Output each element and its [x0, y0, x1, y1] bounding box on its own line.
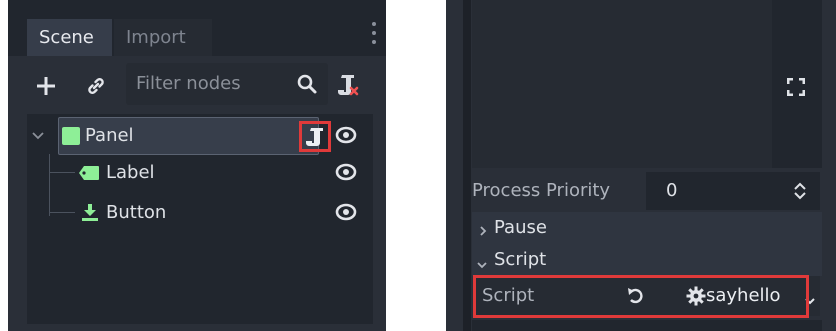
chevron-down-icon[interactable]	[31, 128, 45, 147]
tree-item-label: Button	[106, 202, 167, 223]
filter-nodes-input[interactable]: Filter nodes	[126, 63, 328, 105]
tab-scene[interactable]: Scene	[27, 19, 112, 56]
chevron-down-icon	[476, 255, 488, 274]
process-priority-label: Process Priority	[472, 180, 611, 201]
tree-item-panel[interactable]: Panel	[27, 116, 373, 156]
tree-item-label: Panel	[85, 125, 134, 146]
script-icon[interactable]	[306, 127, 324, 151]
visibility-eye-icon[interactable]	[335, 126, 357, 148]
script-remove-icon[interactable]	[335, 72, 361, 98]
highlight-box	[473, 275, 809, 318]
tree-item-label-node[interactable]: Label	[27, 153, 373, 193]
section-script[interactable]: Script	[472, 244, 822, 276]
section-pause[interactable]: Pause	[472, 212, 822, 244]
inspector-panel: Process Priority 0 Pause Script Script s…	[446, 0, 836, 331]
scene-dock: Scene Import Filter nodes Panel Label Bu…	[8, 0, 386, 331]
section-pause-label: Pause	[494, 217, 547, 238]
tree-item-label: Label	[106, 162, 155, 183]
filter-placeholder: Filter nodes	[136, 73, 241, 94]
dock-tabbar: Scene Import	[8, 0, 386, 56]
section-script-label: Script	[494, 249, 547, 270]
inspector-preview-area	[472, 0, 772, 168]
plus-icon[interactable]	[34, 74, 58, 98]
button-icon	[81, 203, 99, 227]
visibility-eye-icon[interactable]	[335, 203, 357, 225]
label-icon	[78, 165, 100, 185]
spin-arrows-icon[interactable]	[792, 181, 808, 205]
process-priority-spinbox[interactable]: 0	[646, 172, 820, 210]
dock-menu-icon[interactable]	[372, 22, 376, 49]
panel-divider	[463, 0, 471, 331]
visibility-eye-icon[interactable]	[335, 163, 357, 185]
panel-icon	[61, 126, 81, 150]
link-icon[interactable]	[84, 74, 108, 98]
search-icon	[296, 73, 318, 99]
fullscreen-expand-icon[interactable]	[786, 77, 806, 101]
scene-tree: Panel Label Button	[27, 114, 373, 324]
chevron-right-icon	[478, 222, 488, 241]
tree-item-button-node[interactable]: Button	[27, 193, 373, 233]
inspector-bottom	[472, 320, 822, 331]
process-priority-value: 0	[666, 180, 678, 201]
tab-import[interactable]: Import	[114, 19, 212, 56]
